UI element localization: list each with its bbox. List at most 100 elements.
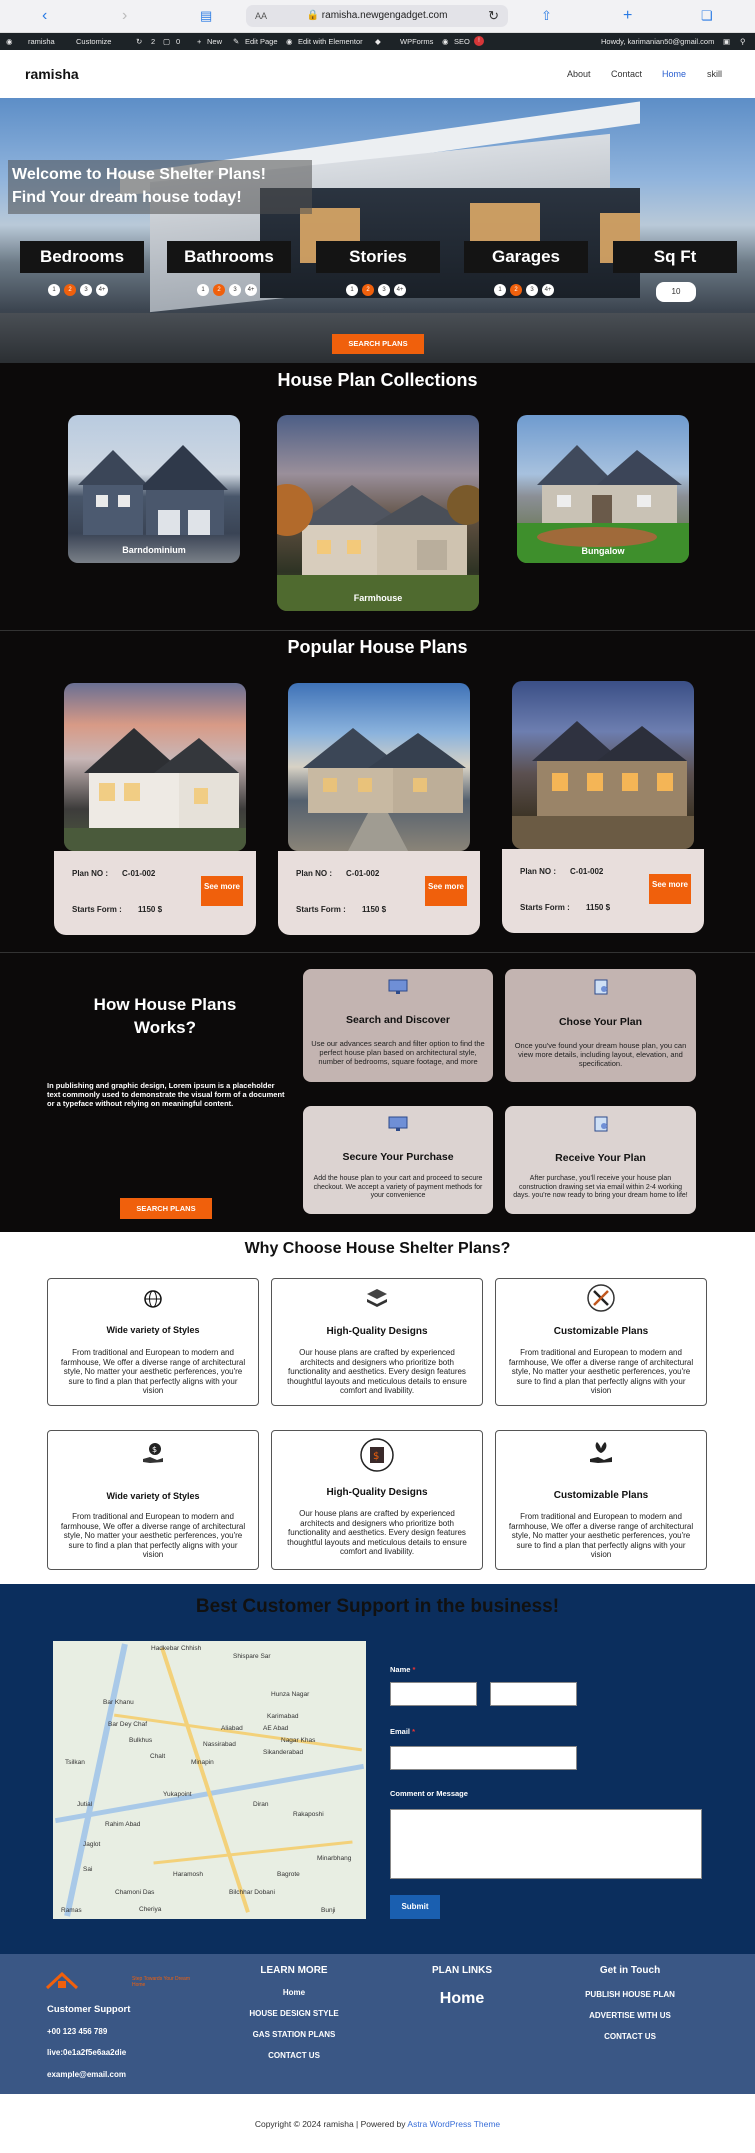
step-title: Secure Your Purchase xyxy=(342,1151,454,1163)
site-footer: Step Towards Your Dream Home Customer Su… xyxy=(0,1954,755,2094)
message-textarea[interactable] xyxy=(390,1809,702,1879)
reload-icon[interactable]: ↻ xyxy=(488,5,499,27)
map-label: Haramosh xyxy=(173,1871,203,1878)
browser-toolbar: ‹ › ▤ AA 🔒 ramisha.newgengadget.com ↻ ⇧ … xyxy=(0,0,755,33)
filter-garages[interactable]: Garages xyxy=(464,241,588,273)
filter-sqft[interactable]: Sq Ft xyxy=(613,241,737,273)
how-title: How House Plans Works? xyxy=(93,995,237,1037)
tabs-icon[interactable]: ❏ xyxy=(701,8,713,24)
updates-icon[interactable]: ↻ xyxy=(136,33,142,50)
option-4plus[interactable]: 4+ xyxy=(394,284,406,296)
name-label: Name * xyxy=(390,1665,416,1674)
admin-customize[interactable]: Customize xyxy=(76,33,111,50)
location-map[interactable]: Hadkebar Chhish Shispare Sar Hunza Nagar… xyxy=(53,1641,366,1919)
footer-phone[interactable]: +00 123 456 789 xyxy=(47,2027,107,2036)
admin-howdy[interactable]: Howdy, karimanian50@gmail.com xyxy=(601,33,714,50)
collection-card-bungalow[interactable]: Bungalow xyxy=(517,415,689,563)
forward-icon[interactable]: › xyxy=(122,7,127,25)
collection-card-farmhouse[interactable]: Farmhouse xyxy=(277,415,479,611)
nav-home[interactable]: Home xyxy=(662,69,686,79)
plant-hand-icon xyxy=(590,1442,612,1463)
address-bar[interactable]: AA 🔒 ramisha.newgengadget.com ↻ xyxy=(246,5,508,27)
see-more-button[interactable]: See more xyxy=(425,876,467,906)
step-desc: After purchase, you'll receive your hous… xyxy=(513,1175,688,1199)
footer-link[interactable]: PUBLISH HOUSE PLAN xyxy=(560,1990,700,1999)
option-1[interactable]: 1 xyxy=(197,284,209,296)
site-logo[interactable]: ramisha xyxy=(25,66,79,82)
wordpress-icon[interactable]: ◉ xyxy=(6,33,13,50)
map-label: Minarbhang xyxy=(317,1855,352,1862)
wp-admin-bar: ◉ ramisha Customize ↻ 2 ▢ 0 + New ✎ Edit… xyxy=(0,33,755,50)
footer-link[interactable]: HOUSE DESIGN STYLE xyxy=(234,2009,354,2018)
popular-card[interactable]: Plan NO : C-01-002 Starts Form : 1150 $ … xyxy=(54,683,256,935)
footer-link[interactable]: CONTACT US xyxy=(234,2051,354,2060)
option-4plus[interactable]: 4+ xyxy=(542,284,554,296)
stories-options: 1 2 3 4+ xyxy=(346,283,410,296)
footer-email[interactable]: example@email.com xyxy=(47,2070,126,2079)
last-name-input[interactable] xyxy=(490,1682,577,1706)
option-4plus[interactable]: 4+ xyxy=(96,284,108,296)
admin-wpforms[interactable]: WPForms xyxy=(400,33,433,50)
option-1[interactable]: 1 xyxy=(494,284,506,296)
footer-link[interactable]: Home xyxy=(234,1988,354,1997)
back-icon[interactable]: ‹ xyxy=(42,7,47,25)
bathrooms-options: 1 2 3 4+ xyxy=(197,283,261,296)
collection-card-barndominium[interactable]: Barndominium xyxy=(68,415,240,563)
avatar-icon[interactable]: ▣ xyxy=(723,33,730,50)
admin-site[interactable]: ramisha xyxy=(28,33,55,50)
sqft-input[interactable]: 10 xyxy=(656,282,696,302)
option-2[interactable]: 2 xyxy=(213,284,225,296)
get-in-touch-heading: Get in Touch xyxy=(599,1965,661,1976)
filter-bathrooms[interactable]: Bathrooms xyxy=(167,241,291,273)
seo-icon: ◉ xyxy=(442,37,449,46)
option-1[interactable]: 1 xyxy=(48,284,60,296)
option-2[interactable]: 2 xyxy=(64,284,76,296)
footer-home-link[interactable]: Home xyxy=(402,1990,522,2008)
option-3[interactable]: 3 xyxy=(378,284,390,296)
nav-contact[interactable]: Contact xyxy=(611,69,642,79)
see-more-button[interactable]: See more xyxy=(201,876,243,906)
comments-icon[interactable]: ▢ xyxy=(163,33,170,50)
submit-button[interactable]: Submit xyxy=(390,1895,440,1919)
admin-elementor[interactable]: Edit with Elementor xyxy=(298,33,363,50)
footer-link[interactable]: CONTACT US xyxy=(560,2032,700,2041)
popular-card[interactable]: Plan NO : C-01-002 Starts Form : 1150 $ … xyxy=(278,683,480,935)
option-4plus[interactable]: 4+ xyxy=(245,284,257,296)
footer-live[interactable]: live:0e1a2f5e6aa2die xyxy=(47,2048,126,2057)
book-icon[interactable]: ▤ xyxy=(200,8,212,24)
see-more-button[interactable]: See more xyxy=(649,874,691,904)
collections-title: House Plan Collections xyxy=(277,370,478,390)
first-name-input[interactable] xyxy=(390,1682,477,1706)
option-3[interactable]: 3 xyxy=(80,284,92,296)
footer-link[interactable]: ADVERTISE WITH US xyxy=(560,2011,700,2020)
share-icon[interactable]: ⇧ xyxy=(541,8,552,24)
popular-card[interactable]: Plan NO : C-01-002 Starts Form : 1150 $ … xyxy=(502,681,704,933)
option-1[interactable]: 1 xyxy=(346,284,358,296)
filter-bedrooms[interactable]: Bedrooms xyxy=(20,241,144,273)
filter-stories[interactable]: Stories xyxy=(316,241,440,273)
option-3[interactable]: 3 xyxy=(526,284,538,296)
how-search-button[interactable]: SEARCH PLANS xyxy=(120,1198,212,1219)
hero-search-button[interactable]: SEARCH PLANS xyxy=(332,334,424,354)
admin-new[interactable]: New xyxy=(207,33,222,50)
support-title: Best Customer Support in the business! xyxy=(195,1596,560,1617)
admin-seo[interactable]: SEO xyxy=(454,33,470,50)
astra-theme-link[interactable]: Astra WordPress Theme xyxy=(407,2119,500,2129)
email-input[interactable] xyxy=(390,1746,577,1770)
option-2[interactable]: 2 xyxy=(510,284,522,296)
plan-number: C-01-002 xyxy=(346,869,380,878)
site-header: ramisha About Contact Home skill xyxy=(0,50,755,98)
admin-edit-page[interactable]: Edit Page xyxy=(245,33,278,50)
hero-title-line2: Find Your dream house today! xyxy=(12,189,242,206)
footer-link[interactable]: GAS STATION PLANS xyxy=(234,2030,354,2039)
search-icon[interactable]: ⚲ xyxy=(740,33,746,50)
support-section: Best Customer Support in the business! H… xyxy=(0,1584,755,1954)
nav-about[interactable]: About xyxy=(567,69,591,79)
seo-badge-icon: ! xyxy=(474,36,484,46)
option-2[interactable]: 2 xyxy=(362,284,374,296)
option-3[interactable]: 3 xyxy=(229,284,241,296)
nav-skill[interactable]: skill xyxy=(707,69,722,79)
reader-aa[interactable]: AA xyxy=(255,5,267,27)
popular-house-image xyxy=(303,728,466,851)
new-tab-icon[interactable]: + xyxy=(623,7,632,25)
